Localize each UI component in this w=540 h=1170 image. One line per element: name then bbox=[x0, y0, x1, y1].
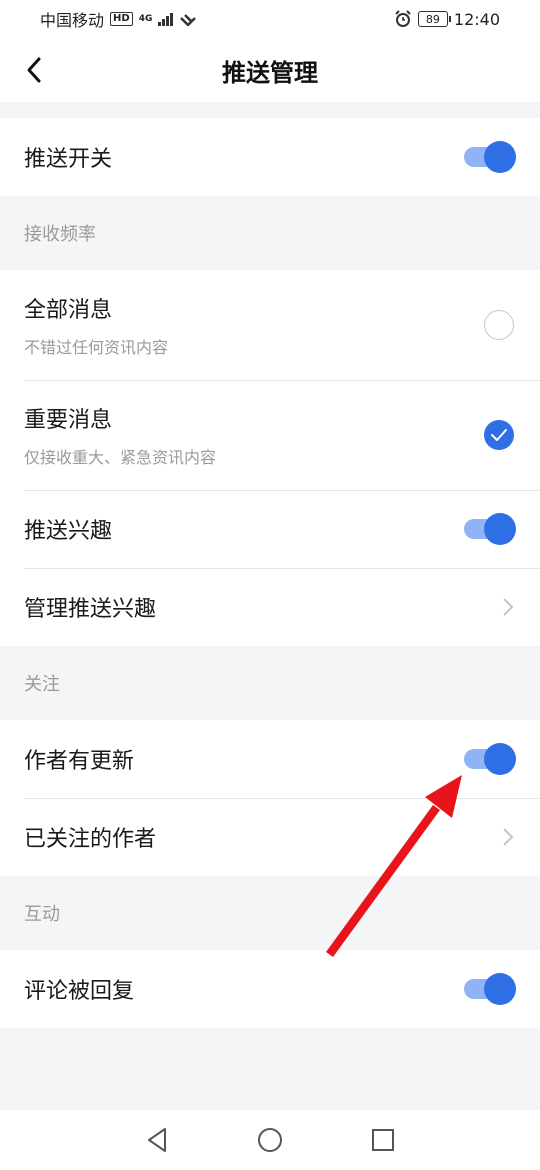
check-icon bbox=[491, 429, 507, 441]
system-nav-bar bbox=[0, 1110, 540, 1170]
network-type: 4G bbox=[138, 14, 153, 24]
square-recent-icon bbox=[372, 1129, 395, 1151]
author-update-toggle[interactable] bbox=[464, 743, 516, 775]
clock: 12:40 bbox=[453, 9, 500, 29]
toggle-knob bbox=[484, 973, 516, 1005]
status-right: 89 12:40 bbox=[394, 10, 500, 29]
hd-badge: HD bbox=[110, 12, 133, 26]
push-switch-toggle[interactable] bbox=[464, 141, 516, 173]
toggle-knob bbox=[484, 513, 516, 545]
circle-home-icon bbox=[257, 1128, 282, 1152]
push-interest-toggle[interactable] bbox=[464, 513, 516, 545]
push-switch-group: 推送开关 bbox=[0, 118, 540, 196]
toggle-knob bbox=[484, 743, 516, 775]
comment-reply-row[interactable]: 评论被回复 bbox=[0, 950, 540, 1028]
frequency-header: 接收频率 bbox=[0, 196, 540, 270]
all-messages-text: 全部消息 不错过任何资讯内容 bbox=[24, 292, 168, 358]
push-switch-row[interactable]: 推送开关 bbox=[0, 118, 540, 196]
comment-reply-label: 评论被回复 bbox=[24, 979, 135, 1004]
spacer bbox=[0, 102, 540, 118]
all-messages-desc: 不错过任何资讯内容 bbox=[24, 338, 169, 357]
signal-icon bbox=[158, 12, 174, 26]
comment-reply-toggle[interactable] bbox=[464, 973, 516, 1005]
page-title: 推送管理 bbox=[222, 58, 318, 87]
system-back-button[interactable] bbox=[137, 1120, 177, 1160]
back-button[interactable] bbox=[14, 50, 54, 90]
important-messages-desc: 仅接收重大、紧急资讯内容 bbox=[24, 448, 217, 467]
all-messages-label: 全部消息 bbox=[24, 298, 113, 323]
follow-group: 作者有更新 已关注的作者 bbox=[0, 720, 540, 876]
status-left: 中国移动 HD 4G bbox=[40, 7, 197, 31]
important-messages-text: 重要消息 仅接收重大、紧急资讯内容 bbox=[24, 402, 216, 468]
wifi-icon bbox=[180, 14, 197, 26]
interaction-group: 评论被回复 bbox=[0, 950, 540, 1028]
frequency-group: 全部消息 不错过任何资讯内容 重要消息 仅接收重大、紧急资讯内容 推送兴趣 管理… bbox=[0, 270, 540, 646]
push-switch-label: 推送开关 bbox=[24, 147, 113, 172]
interaction-header: 互动 bbox=[0, 876, 540, 950]
toggle-knob bbox=[484, 141, 516, 173]
important-messages-radio[interactable] bbox=[484, 420, 514, 450]
author-update-row[interactable]: 作者有更新 bbox=[0, 720, 540, 798]
important-messages-row[interactable]: 重要消息 仅接收重大、紧急资讯内容 bbox=[0, 380, 540, 490]
screen: 中国移动 HD 4G 89 12:40 推送管理 推送开关 接收频率 全部消息 … bbox=[0, 0, 540, 1170]
chevron-right-icon bbox=[503, 828, 514, 846]
push-interest-row[interactable]: 推送兴趣 bbox=[0, 490, 540, 568]
status-bar: 中国移动 HD 4G 89 12:40 bbox=[0, 0, 540, 38]
push-interest-label: 推送兴趣 bbox=[24, 519, 113, 544]
triangle-back-icon bbox=[147, 1128, 166, 1152]
battery-icon: 89 bbox=[417, 11, 451, 27]
manage-interest-row[interactable]: 管理推送兴趣 bbox=[0, 568, 540, 646]
manage-interest-label: 管理推送兴趣 bbox=[24, 597, 157, 622]
author-update-label: 作者有更新 bbox=[24, 749, 135, 774]
carrier-name: 中国移动 bbox=[40, 11, 105, 30]
followed-authors-row[interactable]: 已关注的作者 bbox=[0, 798, 540, 876]
system-recent-button[interactable] bbox=[363, 1120, 403, 1160]
chevron-right-icon bbox=[503, 598, 514, 616]
system-home-button[interactable] bbox=[250, 1120, 290, 1160]
nav-bar: 推送管理 bbox=[0, 38, 540, 102]
settings-list: 推送开关 接收频率 全部消息 不错过任何资讯内容 重要消息 仅接收重大、紧急资讯 bbox=[0, 102, 540, 1028]
follow-header: 关注 bbox=[0, 646, 540, 720]
followed-authors-label: 已关注的作者 bbox=[24, 827, 157, 852]
all-messages-radio[interactable] bbox=[484, 310, 514, 340]
chevron-left-icon bbox=[27, 57, 41, 83]
alarm-icon bbox=[395, 10, 411, 27]
battery-level: 89 bbox=[425, 12, 440, 26]
important-messages-label: 重要消息 bbox=[24, 408, 113, 433]
all-messages-row[interactable]: 全部消息 不错过任何资讯内容 bbox=[0, 270, 540, 380]
